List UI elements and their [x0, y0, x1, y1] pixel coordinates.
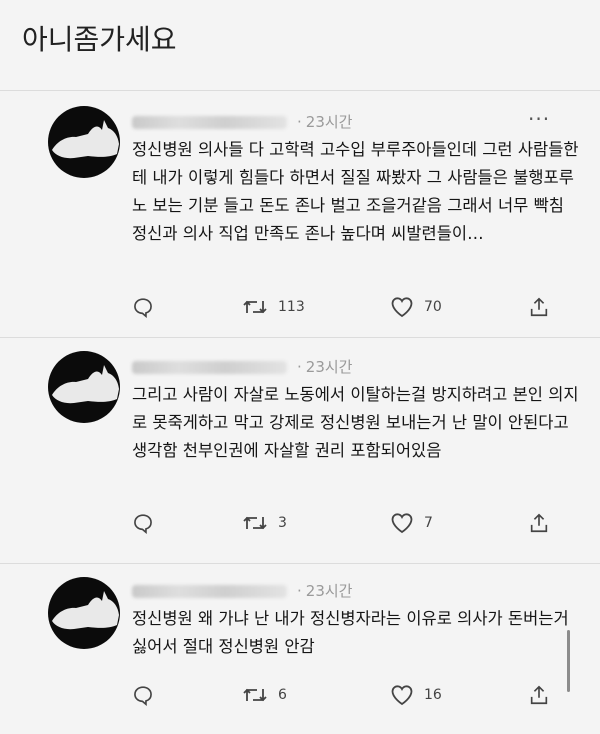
share-button[interactable] — [528, 296, 550, 318]
username-blurred[interactable] — [132, 585, 287, 598]
retweet-button[interactable]: 113 — [242, 296, 305, 318]
reply-icon — [134, 298, 152, 318]
heart-icon — [391, 685, 413, 706]
like-count: 16 — [424, 687, 442, 703]
share-icon — [530, 513, 548, 533]
avatar[interactable] — [48, 351, 120, 423]
reply-button[interactable] — [132, 296, 154, 318]
tweet[interactable]: · 23시간 정신병원 왜 가냐 난 내가 정신병자라는 이유로 의사가 돈버는거… — [0, 564, 600, 734]
scrollbar[interactable] — [567, 630, 570, 692]
tweet-text: 그리고 사람이 자살로 노동에서 이탈하는걸 방지하려고 본인 의지로 못죽게하… — [132, 385, 579, 460]
retweet-icon — [243, 688, 267, 702]
share-icon — [530, 685, 548, 705]
tweet-meta: · 23시간 — [132, 580, 352, 601]
tweet-actions: 113 70 — [132, 296, 572, 322]
tweet[interactable]: · 23시간 ··· 정신병원 의사들 다 고학력 고수입 부루주아들인데 그런 … — [0, 91, 600, 337]
like-button[interactable]: 7 — [390, 512, 433, 534]
heart-icon — [391, 297, 413, 318]
retweet-count: 113 — [278, 299, 305, 315]
retweet-button[interactable]: 6 — [242, 684, 287, 706]
tweet-time[interactable]: 23시간 — [306, 582, 353, 600]
retweet-icon — [243, 300, 267, 314]
tweet-meta: · 23시간 — [132, 111, 352, 132]
heart-icon — [391, 513, 413, 534]
username-blurred[interactable] — [132, 116, 287, 129]
tweet-actions: 6 16 — [132, 684, 572, 710]
avatar[interactable] — [48, 577, 120, 649]
reply-button[interactable] — [132, 512, 154, 534]
reply-icon — [134, 514, 152, 534]
like-count: 70 — [424, 299, 442, 315]
retweet-icon — [243, 516, 267, 530]
retweet-count: 3 — [278, 515, 287, 531]
username-blurred[interactable] — [132, 361, 287, 374]
avatar[interactable] — [48, 106, 120, 178]
reply-icon — [134, 686, 152, 706]
more-icon[interactable]: ··· — [528, 107, 550, 131]
tweet-text: 정신병원 의사들 다 고학력 고수입 부루주아들인데 그런 사람들한테 내가 이… — [132, 140, 579, 243]
like-button[interactable]: 16 — [390, 684, 442, 706]
share-button[interactable] — [528, 512, 550, 534]
share-button[interactable] — [528, 684, 550, 706]
retweet-count: 6 — [278, 687, 287, 703]
like-button[interactable]: 70 — [390, 296, 442, 318]
reply-button[interactable] — [132, 684, 154, 706]
share-icon — [530, 297, 548, 317]
tweet-time[interactable]: 23시간 — [306, 358, 353, 376]
tweet-time[interactable]: 23시간 — [306, 113, 353, 131]
tweet-text: 정신병원 왜 가냐 난 내가 정신병자라는 이유로 의사가 돈버는거 싫어서 절… — [132, 609, 569, 656]
like-count: 7 — [424, 515, 433, 531]
tweet-actions: 3 7 — [132, 512, 572, 538]
page-title: 아니좀가세요 — [22, 23, 177, 56]
retweet-button[interactable]: 3 — [242, 512, 287, 534]
tweet-meta: · 23시간 — [132, 356, 352, 377]
tweet[interactable]: · 23시간 그리고 사람이 자살로 노동에서 이탈하는걸 방지하려고 본인 의지… — [0, 338, 600, 563]
tweet-feed: · 23시간 ··· 정신병원 의사들 다 고학력 고수입 부루주아들인데 그런 … — [0, 90, 600, 734]
